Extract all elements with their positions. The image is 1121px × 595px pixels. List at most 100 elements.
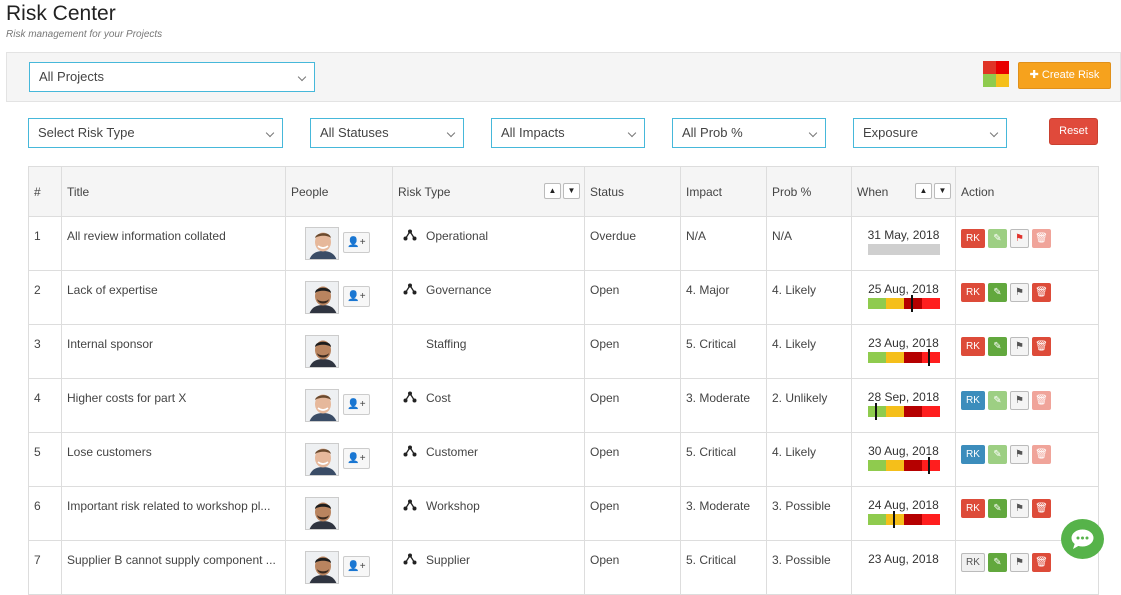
cell-when: 24 Aug, 2018 <box>851 486 956 541</box>
plus-icon: ✚ <box>1029 69 1039 81</box>
risk-type-icon <box>403 499 417 511</box>
sort-down-icon[interactable]: ▼ <box>563 183 580 199</box>
avatar[interactable] <box>305 281 339 314</box>
sort-up-icon[interactable]: ▲ <box>544 183 561 199</box>
create-risk-button[interactable]: ✚ Create Risk <box>1018 62 1111 89</box>
chevron-down-icon <box>808 128 818 138</box>
avatar[interactable] <box>305 497 339 530</box>
risk-table: # Title People Risk Type ▲ ▼ Status Impac… <box>28 166 1099 595</box>
risk-type-filter[interactable]: Select Risk Type <box>28 118 283 148</box>
project-select[interactable]: All Projects <box>29 62 315 92</box>
delete-button[interactable]: 🗑 <box>1032 553 1051 572</box>
delete-button[interactable]: 🗑 <box>1032 283 1051 302</box>
flag-button[interactable]: ⚑ <box>1010 391 1029 410</box>
cell-status: Open <box>584 270 681 325</box>
cell-title[interactable]: Important risk related to workshop pl... <box>61 486 286 541</box>
exposure-bar <box>867 403 940 420</box>
status-filter[interactable]: All Statuses <box>310 118 464 148</box>
col-when: When ▲ ▼ <box>851 166 956 217</box>
cell-when: 23 Aug, 2018 <box>851 540 956 595</box>
cell-title[interactable]: Internal sponsor <box>61 324 286 379</box>
edit-button[interactable]: ✎ <box>988 499 1007 518</box>
probability-filter[interactable]: All Prob % <box>672 118 826 148</box>
table-row[interactable]: 2 Lack of expertise 👤+ Governance Open 4. Maj… <box>28 270 1099 325</box>
reset-button[interactable]: Reset <box>1049 118 1098 145</box>
add-user-button[interactable]: 👤+ <box>343 448 370 469</box>
pencil-icon: ✎ <box>993 395 1002 406</box>
cell-title[interactable]: Lack of expertise <box>61 270 286 325</box>
edit-button[interactable]: ✎ <box>988 445 1007 464</box>
edit-button[interactable]: ✎ <box>988 283 1007 302</box>
risk-exposure-button[interactable]: RK <box>961 391 985 410</box>
avatar[interactable] <box>305 227 339 260</box>
risk-exposure-button[interactable]: RK <box>961 499 985 518</box>
delete-button[interactable]: 🗑 <box>1032 499 1051 518</box>
trash-icon: 🗑 <box>1035 557 1048 568</box>
risk-type-icon <box>403 283 417 295</box>
edit-button[interactable]: ✎ <box>988 391 1007 410</box>
chat-bubble-icon[interactable] <box>1061 519 1104 559</box>
cell-title[interactable]: All review information collated <box>61 216 286 271</box>
cell-number: 5 <box>28 432 62 487</box>
flag-icon: ⚑ <box>1015 287 1024 298</box>
delete-button[interactable]: 🗑 <box>1032 391 1051 410</box>
flag-button[interactable]: ⚑ <box>1010 229 1029 248</box>
risk-exposure-button[interactable]: RK <box>961 445 985 464</box>
add-user-button[interactable]: 👤+ <box>343 556 370 577</box>
avatar[interactable] <box>305 389 339 422</box>
pencil-icon: ✎ <box>993 449 1002 460</box>
cell-title[interactable]: Lose customers <box>61 432 286 487</box>
cell-people <box>285 324 393 379</box>
avatar[interactable] <box>305 551 339 584</box>
flag-button[interactable]: ⚑ <box>1010 283 1029 302</box>
exposure-marker <box>911 295 914 312</box>
avatar[interactable] <box>305 335 339 368</box>
cell-prob: 4. Likely <box>766 270 852 325</box>
flag-icon: ⚑ <box>1015 449 1024 460</box>
sort-up-icon[interactable]: ▲ <box>915 183 932 199</box>
cell-impact: N/A <box>680 216 767 271</box>
delete-button[interactable]: 🗑 <box>1032 229 1051 248</box>
flag-button[interactable]: ⚑ <box>1010 553 1029 572</box>
cell-title[interactable]: Supplier B cannot supply component ... <box>61 540 286 595</box>
add-user-button[interactable]: 👤+ <box>343 286 370 307</box>
cell-when: 23 Aug, 2018 <box>851 324 956 379</box>
risk-exposure-button[interactable]: RK <box>961 553 985 572</box>
edit-button[interactable]: ✎ <box>988 337 1007 356</box>
table-row[interactable]: 3 Internal sponsor Staffing Open 5. Critical… <box>28 324 1099 379</box>
risk-type-icon <box>403 553 417 565</box>
impact-filter[interactable]: All Impacts <box>491 118 645 148</box>
exposure-matrix-icon[interactable] <box>983 61 1010 88</box>
cell-prob: 2. Unlikely <box>766 378 852 433</box>
add-user-button[interactable]: 👤+ <box>343 232 370 253</box>
cell-status: Open <box>584 324 681 379</box>
avatar[interactable] <box>305 443 339 476</box>
sort-down-icon[interactable]: ▼ <box>934 183 951 199</box>
flag-button[interactable]: ⚑ <box>1010 445 1029 464</box>
pencil-icon: ✎ <box>993 503 1002 514</box>
risk-exposure-button[interactable]: RK <box>961 229 985 248</box>
risk-exposure-button[interactable]: RK <box>961 337 985 356</box>
edit-button[interactable]: ✎ <box>988 553 1007 572</box>
cell-action: RK ✎ ⚑ 🗑 <box>955 378 1099 433</box>
risk-exposure-button[interactable]: RK <box>961 283 985 302</box>
flag-button[interactable]: ⚑ <box>1010 337 1029 356</box>
table-row[interactable]: 4 Higher costs for part X 👤+ Cost Open 3. Mod… <box>28 378 1099 433</box>
trash-icon: 🗑 <box>1035 503 1048 514</box>
table-row[interactable]: 1 All review information collated 👤+ Operat… <box>28 216 1099 271</box>
exposure-bar <box>867 295 940 312</box>
edit-button[interactable]: ✎ <box>988 229 1007 248</box>
cell-prob: 3. Possible <box>766 540 852 595</box>
chevron-down-icon <box>989 128 999 138</box>
cell-risk-type: Customer <box>392 432 585 487</box>
flag-icon: ⚑ <box>1015 233 1024 244</box>
flag-button[interactable]: ⚑ <box>1010 499 1029 518</box>
delete-button[interactable]: 🗑 <box>1032 445 1051 464</box>
exposure-filter[interactable]: Exposure <box>853 118 1007 148</box>
table-row[interactable]: 6 Important risk related to workshop pl..… <box>28 486 1099 541</box>
add-user-button[interactable]: 👤+ <box>343 394 370 415</box>
cell-title[interactable]: Higher costs for part X <box>61 378 286 433</box>
table-row[interactable]: 7 Supplier B cannot supply component ... 👤… <box>28 540 1099 595</box>
delete-button[interactable]: 🗑 <box>1032 337 1051 356</box>
table-row[interactable]: 5 Lose customers 👤+ Customer Open 5. Critical… <box>28 432 1099 487</box>
